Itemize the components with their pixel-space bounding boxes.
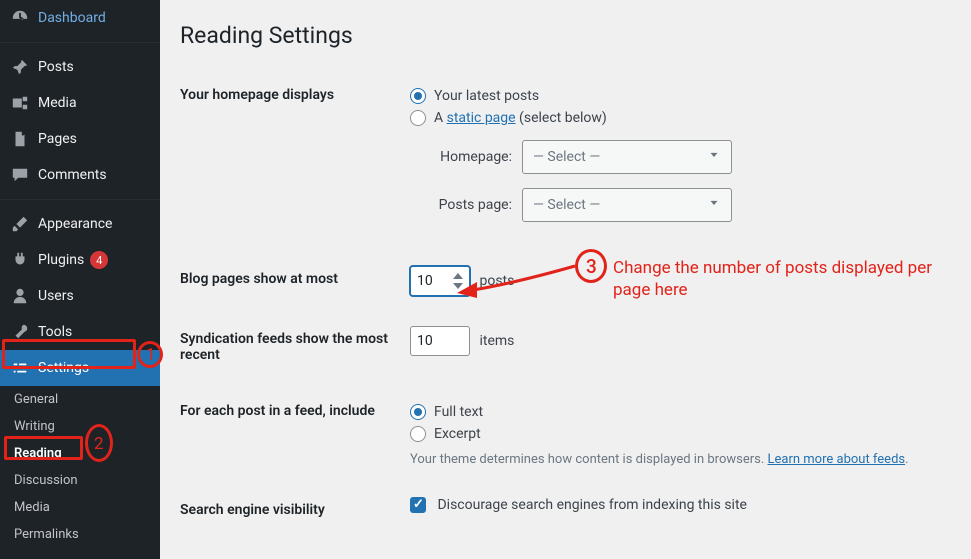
search-visibility-option[interactable]: Discourage search engines from indexing … xyxy=(410,497,747,513)
sidebar-item-settings[interactable]: Settings xyxy=(0,350,160,386)
chevron-down-icon xyxy=(707,148,721,166)
divider xyxy=(0,42,160,43)
sidebar-item-tools[interactable]: Tools xyxy=(0,314,160,350)
label: Posts xyxy=(38,59,74,75)
comment-icon xyxy=(10,165,30,185)
sidebar-sub-general[interactable]: General xyxy=(0,386,160,413)
search-visibility-label: Search engine visibility xyxy=(180,482,400,538)
homepage-select[interactable]: — Select — xyxy=(522,140,732,174)
label: Dashboard xyxy=(38,10,106,26)
radio-excerpt-label: Excerpt xyxy=(434,426,481,442)
posts-page-select-value: — Select — xyxy=(533,197,600,213)
sidebar-item-dashboard[interactable]: Dashboard xyxy=(0,0,160,36)
sliders-icon xyxy=(10,358,30,378)
brush-icon xyxy=(10,214,30,234)
sidebar-item-pages[interactable]: Pages xyxy=(0,121,160,157)
media-icon xyxy=(10,93,30,113)
homepage-select-label: Homepage: xyxy=(430,149,522,165)
admin-sidebar: Dashboard Posts Media Pages Comments App… xyxy=(0,0,160,559)
settings-form: Your homepage displays Your latest posts… xyxy=(180,67,951,538)
page-icon xyxy=(10,129,30,149)
chevron-down-icon[interactable] xyxy=(451,281,465,291)
content-area: Reading Settings Your homepage displays … xyxy=(160,0,971,559)
discourage-checkbox[interactable] xyxy=(410,497,426,513)
syndication-unit: items xyxy=(479,333,514,349)
label: Comments xyxy=(38,167,107,183)
sidebar-sub-reading[interactable]: Reading xyxy=(0,440,160,467)
blog-pages-unit: posts xyxy=(479,273,514,289)
radio-full-text[interactable] xyxy=(410,404,426,420)
blog-pages-input[interactable]: 10 xyxy=(410,266,470,296)
feed-include-label: For each post in a feed, include xyxy=(180,383,400,482)
posts-page-select[interactable]: — Select — xyxy=(522,188,732,222)
label: Tools xyxy=(38,324,72,340)
learn-more-feeds-link[interactable]: Learn more about feeds xyxy=(768,452,906,467)
page-title: Reading Settings xyxy=(180,22,951,49)
sidebar-item-plugins[interactable]: Plugins 4 xyxy=(0,242,160,278)
chevron-up-icon[interactable] xyxy=(451,271,465,281)
radio-full-text-label: Full text xyxy=(434,404,483,420)
feed-description: Your theme determines how content is dis… xyxy=(410,452,941,467)
chevron-down-icon xyxy=(707,196,721,214)
label: Appearance xyxy=(38,216,112,232)
spinner[interactable] xyxy=(451,271,465,291)
label: Users xyxy=(38,288,74,304)
syndication-input[interactable]: 10 xyxy=(410,326,470,356)
sidebar-item-comments[interactable]: Comments xyxy=(0,157,160,193)
wrench-icon xyxy=(10,322,30,342)
radio-latest-posts[interactable] xyxy=(410,88,426,104)
label: Plugins xyxy=(38,252,84,268)
homepage-select-value: — Select — xyxy=(533,149,600,165)
label: Settings xyxy=(38,360,89,376)
sidebar-sub-permalinks[interactable]: Permalinks xyxy=(0,521,160,548)
plugins-badge: 4 xyxy=(90,251,108,269)
posts-page-select-label: Posts page: xyxy=(430,197,522,213)
radio-static-page[interactable] xyxy=(410,110,426,126)
radio-excerpt[interactable] xyxy=(410,426,426,442)
user-icon xyxy=(10,286,30,306)
sidebar-item-posts[interactable]: Posts xyxy=(0,49,160,85)
sidebar-sub-discussion[interactable]: Discussion xyxy=(0,467,160,494)
sidebar-sub-media[interactable]: Media xyxy=(0,494,160,521)
pin-icon xyxy=(10,57,30,77)
static-page-link[interactable]: static page xyxy=(447,110,516,126)
radio-static-page-label: A static page (select below) xyxy=(434,110,607,126)
sidebar-item-users[interactable]: Users xyxy=(0,278,160,314)
label: Pages xyxy=(38,131,77,147)
label: Media xyxy=(38,95,77,111)
sidebar-sub-writing[interactable]: Writing xyxy=(0,413,160,440)
sidebar-item-media[interactable]: Media xyxy=(0,85,160,121)
syndication-value: 10 xyxy=(417,333,465,349)
gauge-icon xyxy=(10,8,30,28)
radio-latest-posts-label: Your latest posts xyxy=(434,88,539,104)
divider xyxy=(0,199,160,200)
blog-pages-label: Blog pages show at most xyxy=(180,251,400,311)
sidebar-item-appearance[interactable]: Appearance xyxy=(0,206,160,242)
homepage-displays-label: Your homepage displays xyxy=(180,67,400,251)
blog-pages-value: 10 xyxy=(417,273,451,289)
syndication-label: Syndication feeds show the most recent xyxy=(180,311,400,383)
plug-icon xyxy=(10,250,30,270)
discourage-label: Discourage search engines from indexing … xyxy=(437,497,746,513)
